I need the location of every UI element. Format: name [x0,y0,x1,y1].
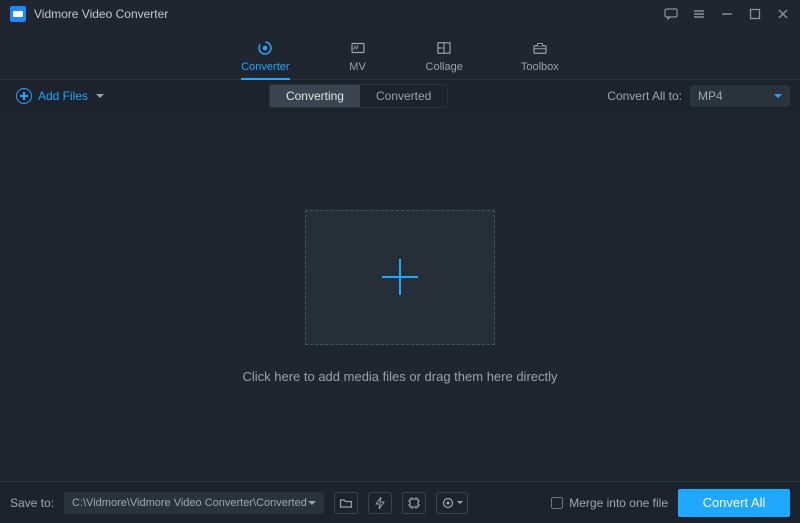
convert-all-to-label: Convert All to: [607,89,682,103]
close-icon[interactable] [776,7,790,21]
chevron-down-icon [457,501,463,504]
plus-circle-icon [16,88,32,104]
maximize-icon[interactable] [748,7,762,21]
main-area: Click here to add media files or drag th… [0,112,800,481]
settings-button[interactable] [436,492,468,514]
folder-icon [339,496,353,510]
tab-converter-label: Converter [241,61,289,73]
tab-collage-label: Collage [426,61,463,73]
output-format-select[interactable]: MP4 [690,85,790,107]
segment-converted[interactable]: Converted [360,85,447,107]
open-folder-button[interactable] [334,492,358,514]
converter-icon [255,39,275,57]
chip-icon [407,496,421,510]
bottom-bar: Save to: C:\Vidmore\Vidmore Video Conver… [0,481,800,523]
menu-icon[interactable] [692,7,706,21]
conversion-segment: Converting Converted [269,84,448,108]
drop-hint: Click here to add media files or drag th… [242,369,557,384]
drop-zone[interactable] [305,210,495,345]
title-bar: Vidmore Video Converter [0,0,800,28]
plus-icon [382,259,418,295]
tab-mv[interactable]: MV [348,39,368,79]
save-to-label: Save to: [10,496,54,510]
feedback-icon[interactable] [664,7,678,21]
segment-converting[interactable]: Converting [270,85,360,107]
gear-icon [441,496,455,510]
tab-toolbox[interactable]: Toolbox [521,39,559,79]
convert-all-button[interactable]: Convert All [678,489,790,517]
chevron-down-icon [774,94,782,98]
window-controls [664,7,790,21]
high-speed-button[interactable] [368,492,392,514]
checkbox-icon [551,497,563,509]
add-files-button[interactable]: Add Files [10,84,110,108]
save-path-value: C:\Vidmore\Vidmore Video Converter\Conve… [72,497,307,509]
chevron-down-icon [96,94,104,98]
main-tabs: Converter MV Collage Toolbox [0,28,800,80]
tab-collage[interactable]: Collage [426,39,463,79]
collage-icon [434,39,454,57]
tab-converter[interactable]: Converter [241,39,289,79]
output-format-value: MP4 [698,89,723,103]
minimize-icon[interactable] [720,7,734,21]
merge-label: Merge into one file [569,496,668,510]
gpu-accel-button[interactable] [402,492,426,514]
mv-icon [348,39,368,57]
chevron-down-icon [308,501,316,505]
tab-toolbox-label: Toolbox [521,61,559,73]
toolbox-icon [530,39,550,57]
save-path-select[interactable]: C:\Vidmore\Vidmore Video Converter\Conve… [64,492,324,514]
app-title: Vidmore Video Converter [34,7,664,21]
convert-all-to: Convert All to: MP4 [607,85,790,107]
tab-mv-label: MV [349,61,366,73]
toolbar: Add Files Converting Converted Convert A… [0,80,800,112]
lightning-icon [373,496,387,510]
add-files-label: Add Files [38,89,88,103]
app-logo-icon [10,6,26,22]
merge-checkbox[interactable]: Merge into one file [551,496,668,510]
